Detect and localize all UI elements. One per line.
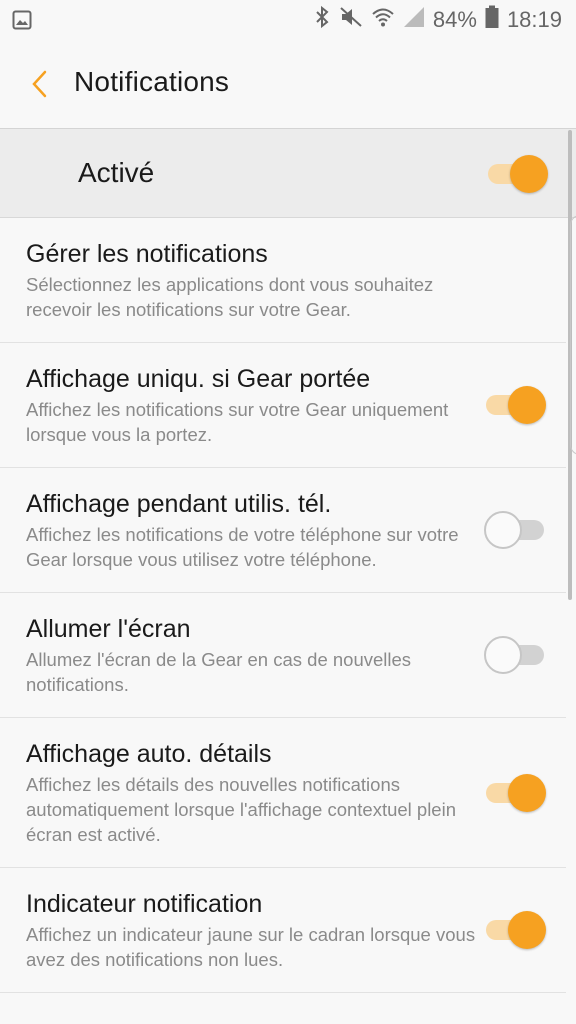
master-switch-label: Activé — [78, 157, 155, 188]
setting-description: Sélectionnez les applications dont vous … — [26, 274, 434, 320]
setting-notification-indicator[interactable]: Indicateur notification Affichez un indi… — [0, 868, 566, 993]
setting-manage-notifications[interactable]: Gérer les notifications Sélectionnez les… — [0, 218, 566, 343]
setting-auto-show-details[interactable]: Affichage auto. détails Affichez les dét… — [0, 718, 566, 868]
setting-description: Affichez les détails des nouvelles notif… — [26, 774, 456, 845]
setting-title: Gérer les notifications — [26, 240, 268, 268]
battery-icon — [485, 5, 499, 35]
gallery-icon — [12, 10, 32, 35]
setting-toggle[interactable] — [484, 511, 546, 549]
setting-toggle[interactable] — [484, 386, 546, 424]
app-bar: Notifications — [0, 40, 576, 129]
setting-toggle[interactable] — [484, 911, 546, 949]
setting-title: Affichage auto. détails — [26, 740, 272, 768]
setting-description: Allumez l'écran de la Gear en cas de nou… — [26, 649, 412, 695]
chevron-left-icon — [32, 70, 47, 98]
bluetooth-icon — [313, 5, 331, 35]
setting-toggle[interactable] — [484, 636, 546, 674]
back-button[interactable] — [22, 64, 58, 104]
battery-percent: 84% — [432, 7, 477, 32]
master-switch-row[interactable]: Activé — [0, 129, 576, 218]
settings-list: Gérer les notifications Sélectionnez les… — [0, 218, 566, 993]
setting-description: Affichez les notifications de votre télé… — [26, 524, 459, 570]
setting-toggle[interactable] — [484, 773, 546, 812]
setting-show-while-using-phone[interactable]: Affichage pendant utilis. tél. Affichez … — [0, 468, 566, 593]
setting-description: Affichez un indicateur jaune sur le cadr… — [26, 924, 476, 970]
clock: 18:19 — [506, 7, 562, 32]
master-toggle[interactable] — [486, 155, 548, 193]
edge-panel-handle[interactable] — [570, 215, 576, 455]
page-title: Notifications — [74, 66, 230, 97]
setting-show-only-when-worn[interactable]: Affichage uniqu. si Gear portée Affichez… — [0, 343, 566, 468]
setting-turn-on-screen[interactable]: Allumer l'écran Allumez l'écran de la Ge… — [0, 593, 566, 718]
status-bar: 84% 18:19 — [0, 0, 576, 40]
wifi-icon — [371, 5, 395, 35]
mute-icon — [339, 5, 363, 35]
signal-icon — [403, 6, 425, 34]
setting-description: Affichez les notifications sur votre Gea… — [26, 399, 449, 445]
